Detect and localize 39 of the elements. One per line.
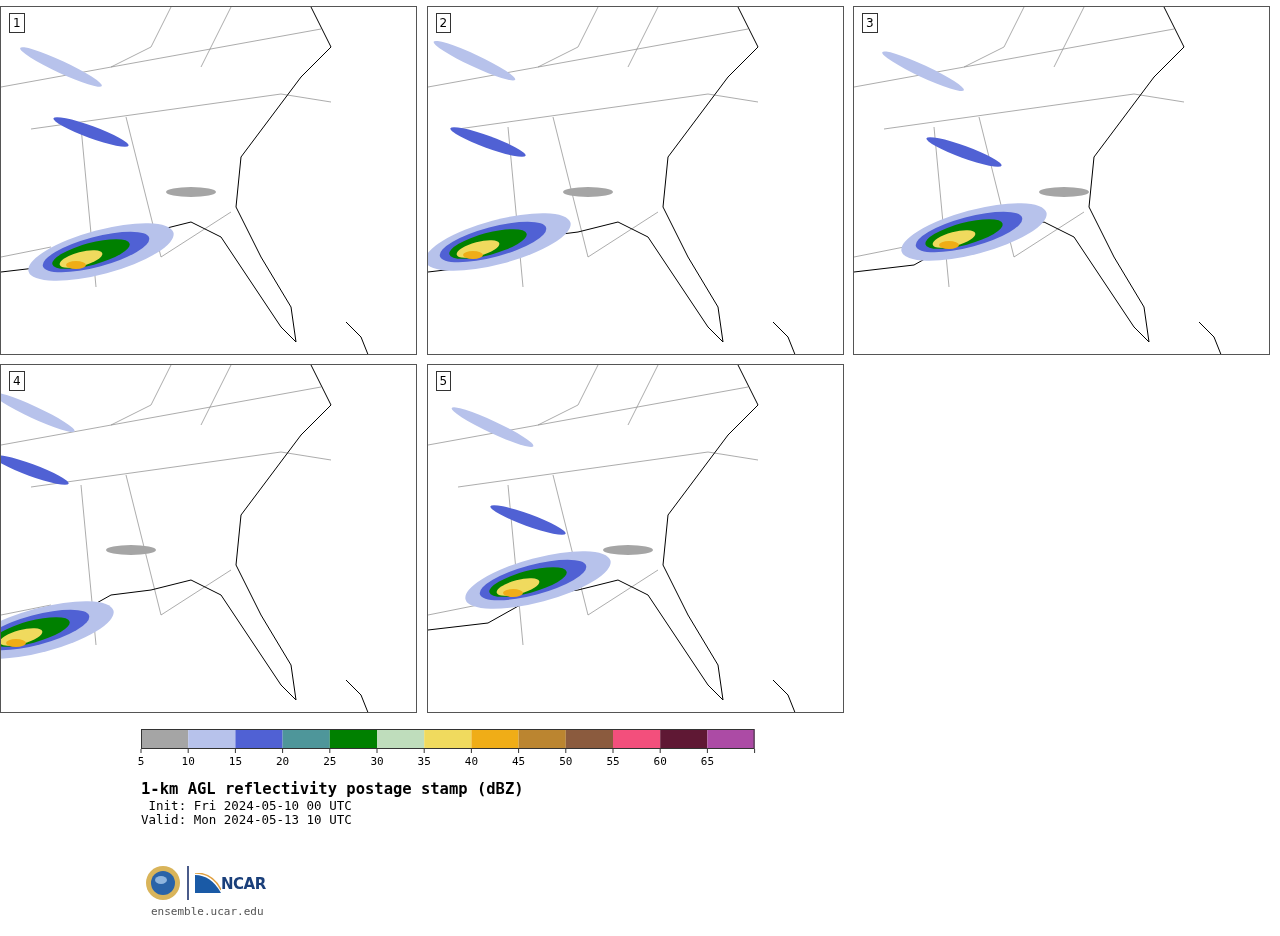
tick-label: 40 (464, 755, 478, 768)
tick-mark (282, 748, 284, 754)
tick-mark (565, 748, 567, 754)
tick-mark (140, 748, 142, 754)
site-url: ensemble.ucar.edu (151, 905, 265, 918)
tick-label: 15 (228, 755, 242, 768)
tick-label: 60 (653, 755, 667, 768)
tick-label: 25 (323, 755, 337, 768)
tick-label: 45 (512, 755, 526, 768)
tick-label: 50 (559, 755, 573, 768)
tick-mark (187, 748, 189, 754)
seal-icon (145, 865, 181, 901)
tick-mark (234, 748, 236, 754)
tick-mark (518, 748, 520, 754)
panel-label: 1 (9, 13, 25, 33)
tick-label: 65 (700, 755, 715, 768)
tick-label: 10 (181, 755, 195, 768)
init-time: Init: Fri 2024-05-10 00 UTC (147, 799, 353, 813)
divider-line (187, 866, 189, 900)
tick-mark (659, 748, 661, 754)
panel-label: 4 (9, 371, 25, 391)
tick-mark (706, 748, 708, 754)
panel-label: 2 (435, 13, 452, 33)
panel-label: 5 (435, 371, 452, 391)
tick-mark (470, 748, 472, 754)
tick-mark (329, 748, 331, 754)
tick-label: 55 (606, 755, 620, 768)
tick-mark (754, 748, 756, 754)
tick-mark (423, 748, 425, 754)
valid-time: Valid: Mon 2024-05-13 10 UTC (141, 813, 353, 827)
tick-label: 30 (370, 755, 384, 768)
tick-label: 20 (276, 755, 290, 768)
tick-label: 35 (417, 755, 431, 768)
ncar-logo: NCAR (195, 873, 266, 893)
tick-mark (612, 748, 614, 754)
chart-title: 1-km AGL reflectivity postage stamp (dBZ) (141, 779, 525, 799)
tick-label: 5 (137, 755, 145, 768)
tick-mark (376, 748, 378, 754)
panel-label: 3 (862, 13, 878, 33)
